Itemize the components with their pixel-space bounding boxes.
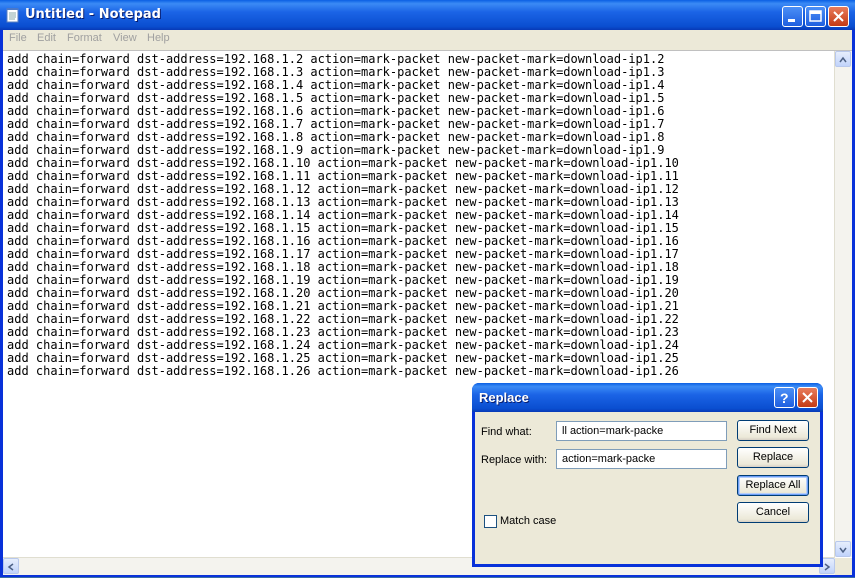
minimize-button[interactable] bbox=[782, 6, 803, 27]
find-what-label: Find what: bbox=[481, 426, 532, 438]
menu-edit[interactable]: Edit bbox=[37, 32, 56, 44]
help-button[interactable]: ? bbox=[774, 387, 795, 408]
maximize-icon bbox=[809, 10, 822, 22]
minimize-icon bbox=[788, 19, 795, 22]
menu-view[interactable]: View bbox=[113, 32, 137, 44]
title-bar[interactable]: Untitled - Notepad bbox=[0, 0, 855, 30]
menu-help[interactable]: Help bbox=[147, 32, 170, 44]
menu-format[interactable]: Format bbox=[67, 32, 102, 44]
replace-with-input[interactable]: action=mark-packe bbox=[556, 449, 727, 469]
dialog-title-bar[interactable]: Replace ? bbox=[472, 383, 823, 412]
notepad-window: Untitled - Notepad File Edit Format View… bbox=[0, 0, 855, 577]
maximize-button[interactable] bbox=[805, 6, 826, 27]
replace-all-button[interactable]: Replace All bbox=[737, 475, 809, 496]
replace-dialog: Replace ? Find what: ll action=mark-pack… bbox=[472, 383, 823, 567]
window-title: Untitled - Notepad bbox=[25, 7, 161, 22]
text-line[interactable]: add chain=forward dst-address=192.168.1.… bbox=[7, 365, 827, 378]
find-what-input[interactable]: ll action=mark-packe bbox=[556, 421, 727, 441]
match-case-label[interactable]: Match case bbox=[500, 515, 556, 527]
dialog-title: Replace bbox=[479, 390, 529, 405]
svg-text:?: ? bbox=[780, 390, 789, 406]
close-button[interactable] bbox=[828, 6, 849, 27]
dialog-close-button[interactable] bbox=[797, 387, 818, 408]
size-grip[interactable] bbox=[835, 558, 852, 575]
vertical-scrollbar[interactable] bbox=[834, 51, 852, 557]
arrow-left-icon bbox=[7, 563, 14, 571]
arrow-down-icon bbox=[839, 547, 847, 554]
scroll-down-button[interactable] bbox=[835, 541, 851, 557]
replace-with-label: Replace with: bbox=[481, 454, 548, 466]
find-next-button[interactable]: Find Next bbox=[737, 420, 809, 441]
menu-file[interactable]: File bbox=[9, 32, 27, 44]
scroll-left-button[interactable] bbox=[3, 558, 19, 574]
replace-button[interactable]: Replace bbox=[737, 447, 809, 468]
help-icon: ? bbox=[780, 390, 789, 406]
scroll-up-button[interactable] bbox=[835, 51, 851, 67]
cancel-button[interactable]: Cancel bbox=[737, 502, 809, 523]
arrow-up-icon bbox=[839, 56, 847, 63]
close-icon bbox=[802, 392, 813, 403]
dialog-body: Find what: ll action=mark-packe Replace … bbox=[475, 412, 820, 564]
close-icon bbox=[833, 11, 844, 22]
notepad-icon[interactable] bbox=[6, 7, 20, 23]
match-case-checkbox[interactable] bbox=[484, 515, 497, 528]
menu-bar: File Edit Format View Help bbox=[3, 30, 852, 49]
